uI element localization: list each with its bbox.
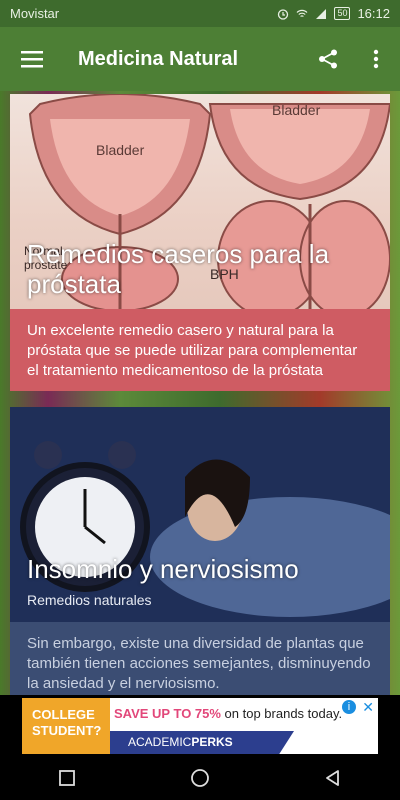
ad-info-icon[interactable]: i: [342, 700, 356, 714]
diagram-label-bladder: Bladder: [96, 142, 145, 158]
ad-headline-highlight: SAVE UP TO 75%: [114, 706, 221, 721]
diagram-label-bladder-2: Bladder: [272, 102, 321, 118]
hamburger-menu-icon[interactable]: [4, 31, 60, 87]
insomnia-image: [10, 407, 390, 622]
article-title: Remedios caseros para la próstata: [27, 239, 330, 299]
article-card-insomnio[interactable]: Insomnio y nerviosismo Remedios naturale…: [10, 407, 390, 695]
app-title: Medicina Natural: [78, 47, 239, 70]
status-icons: 50 16:12: [277, 6, 390, 21]
article-description: Sin embargo, existe una diversidad de pl…: [10, 622, 390, 695]
ad-brand-a: ACADEMIC: [128, 735, 192, 749]
ad-close-icon[interactable]: ✕: [362, 699, 374, 716]
app-bar: Medicina Natural: [0, 27, 400, 91]
share-icon[interactable]: [304, 35, 352, 83]
ad-brand: ACADEMICPERKS: [110, 731, 294, 754]
article-card-prostata[interactable]: Bladder Bladder Normal prostate BPH Reme…: [10, 94, 390, 391]
article-description: Un excelente remedio casero y natural pa…: [10, 309, 390, 391]
content-feed[interactable]: Bladder Bladder Normal prostate BPH Reme…: [0, 91, 400, 695]
wifi-icon: [297, 9, 308, 17]
carrier-label: Movistar: [10, 6, 60, 21]
home-icon[interactable]: [170, 755, 230, 800]
ad-headline-rest: on top brands today.: [220, 706, 343, 721]
ad-headline: SAVE UP TO 75% on top brands today.: [114, 706, 342, 721]
recent-apps-icon[interactable]: [37, 755, 97, 800]
overflow-menu-icon[interactable]: [352, 35, 400, 83]
battery-indicator: 50: [334, 7, 351, 20]
article-subtitle: Remedios naturales: [27, 592, 152, 608]
status-bar: Movistar 50 16:12: [0, 0, 400, 27]
alarm-icon: [278, 8, 289, 20]
ad-banner[interactable]: COLLEGE STUDENT? SAVE UP TO 75% on top b…: [22, 698, 378, 754]
system-nav-bar: [0, 755, 400, 800]
back-icon[interactable]: [303, 755, 363, 800]
clock: 16:12: [357, 6, 390, 21]
signal-icon: [316, 8, 327, 19]
ad-left-label: COLLEGE STUDENT?: [22, 698, 110, 754]
article-title: Insomnio y nerviosismo: [27, 554, 299, 584]
ad-brand-b: PERKS: [191, 735, 233, 749]
